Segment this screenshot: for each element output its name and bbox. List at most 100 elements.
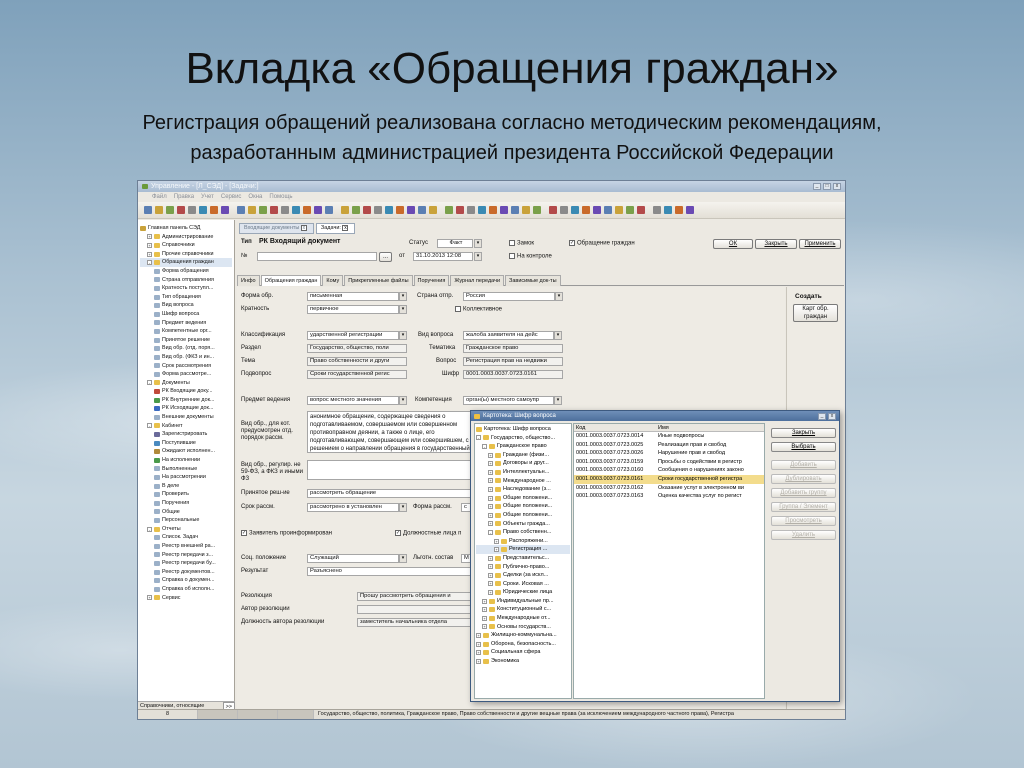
back-icon[interactable] bbox=[522, 206, 530, 214]
expand-icon[interactable]: + bbox=[488, 504, 493, 510]
dialog-tree-item[interactable]: + Представительс... bbox=[476, 554, 570, 563]
tree-item[interactable]: + Сервис bbox=[140, 594, 232, 603]
tree-item[interactable]: + Администрирование bbox=[140, 233, 232, 242]
table-row[interactable]: 0001.0003.0037.0723.0014 Иные подвопросы bbox=[574, 432, 764, 441]
edit-icon[interactable] bbox=[314, 206, 322, 214]
tree-item[interactable]: Справка об исполн... bbox=[140, 585, 232, 594]
table-row[interactable]: 0001.0003.0037.0723.0025 Реализация прав … bbox=[574, 441, 764, 450]
print-icon[interactable] bbox=[396, 206, 404, 214]
expand-icon[interactable]: + bbox=[488, 452, 493, 458]
edit-icon[interactable] bbox=[221, 206, 229, 214]
expand-icon[interactable]: - bbox=[147, 423, 152, 429]
save-icon[interactable] bbox=[385, 206, 393, 214]
menu-item[interactable]: Окна bbox=[248, 194, 262, 200]
expand-icon[interactable]: + bbox=[476, 633, 481, 639]
back-icon[interactable] bbox=[615, 206, 623, 214]
jurisdiction-dropdown[interactable]: ▾ bbox=[399, 396, 407, 405]
dialog-tree-item[interactable]: + Наследование (з... bbox=[476, 485, 570, 494]
zoom-icon[interactable] bbox=[467, 206, 475, 214]
minimize-button[interactable]: _ bbox=[813, 183, 821, 190]
tree-item[interactable]: Список. Задач bbox=[140, 533, 232, 542]
dialog-tree-item[interactable]: + Юридические лица bbox=[476, 588, 570, 597]
social-status-field[interactable]: Служащий bbox=[307, 554, 399, 563]
expand-icon[interactable]: + bbox=[147, 242, 152, 248]
expand-icon[interactable]: + bbox=[476, 658, 481, 664]
page-tab[interactable]: Журнал передачи bbox=[450, 275, 505, 286]
dialog-tree-item[interactable]: + Интеллектуальн... bbox=[476, 468, 570, 477]
refresh-icon[interactable] bbox=[626, 206, 634, 214]
dialog-tree-item[interactable]: + Сроки. Исковая ... bbox=[476, 580, 570, 589]
print-icon[interactable] bbox=[303, 206, 311, 214]
tree-item[interactable]: - Обращения граждан bbox=[140, 258, 232, 267]
tree-item[interactable]: Реестр внешней ра... bbox=[140, 542, 232, 551]
tree-item[interactable]: + Справочники bbox=[140, 241, 232, 250]
review-term-dropdown[interactable]: ▾ bbox=[399, 503, 407, 512]
back-icon[interactable] bbox=[155, 206, 163, 214]
save-icon[interactable] bbox=[571, 206, 579, 214]
home-icon[interactable] bbox=[144, 206, 152, 214]
dialog-tree-item[interactable]: + Экономика bbox=[476, 657, 570, 666]
expand-icon[interactable]: + bbox=[488, 572, 493, 578]
country-field[interactable]: Россия bbox=[463, 292, 555, 301]
dialog-tree-item[interactable]: - Гражданское право bbox=[476, 442, 570, 451]
table-row[interactable]: 0001.0003.0037.0723.0026 Нарушение прав и… bbox=[574, 449, 764, 458]
tree-item[interactable]: + Прочие справочники bbox=[140, 250, 232, 259]
dialog-tree-item[interactable]: + Социальная сфера bbox=[476, 648, 570, 657]
apply-button[interactable]: Применить bbox=[799, 239, 841, 249]
tree-item[interactable]: Вид обр. (ФКЗ и ин... bbox=[140, 353, 232, 362]
tree-item[interactable]: Справка о докумен... bbox=[140, 576, 232, 585]
dialog-tree-item[interactable]: - Право собственн... bbox=[476, 528, 570, 537]
expand-icon[interactable]: + bbox=[482, 624, 487, 630]
save-icon[interactable] bbox=[199, 206, 207, 214]
search-icon[interactable] bbox=[637, 206, 645, 214]
dialog-minimize-button[interactable]: _ bbox=[818, 412, 826, 420]
tree-item[interactable]: Внешние документы bbox=[140, 413, 232, 422]
tree-item[interactable]: Поручения bbox=[140, 499, 232, 508]
back-icon[interactable] bbox=[248, 206, 256, 214]
dialog-button-6[interactable]: Просмотреть bbox=[771, 516, 836, 526]
lock-checkbox[interactable]: Замок bbox=[509, 240, 534, 247]
table-row[interactable]: 0001.0003.0037.0723.0159 Просьбы о содейс… bbox=[574, 458, 764, 467]
expand-icon[interactable]: + bbox=[147, 595, 152, 601]
tree-item[interactable]: - Отчеты bbox=[140, 525, 232, 534]
print-icon[interactable] bbox=[489, 206, 497, 214]
tree-item[interactable]: Тип обращения bbox=[140, 293, 232, 302]
tree-item[interactable]: РК Входящие доку... bbox=[140, 387, 232, 396]
tree-item[interactable]: Персональные bbox=[140, 516, 232, 525]
expand-icon[interactable]: + bbox=[476, 650, 481, 656]
officials-checkbox[interactable]: ✓ Должностные лица п bbox=[395, 530, 461, 537]
search-icon[interactable] bbox=[363, 206, 371, 214]
dialog-tree-item[interactable]: + Международные от... bbox=[476, 614, 570, 623]
page-tab[interactable]: Прикрепленные файлы bbox=[344, 275, 413, 286]
question-kind-field[interactable]: жалоба заявителя на дейс bbox=[463, 331, 554, 340]
citizen-appeal-checkbox[interactable]: ✓ Обращение граждан bbox=[569, 240, 635, 247]
on-control-checkbox[interactable]: На контроле bbox=[509, 253, 552, 260]
edit-icon[interactable] bbox=[407, 206, 415, 214]
competence-field[interactable]: орган(ы) местного самоупр bbox=[463, 396, 554, 405]
print-icon[interactable] bbox=[675, 206, 683, 214]
ok-button[interactable]: ОК bbox=[713, 239, 753, 249]
expand-icon[interactable]: - bbox=[476, 435, 481, 441]
applicant-informed-checkbox[interactable]: ✓ Заявитель проинформирован bbox=[241, 530, 332, 537]
zoom-icon[interactable] bbox=[653, 206, 661, 214]
col-code[interactable]: Код bbox=[574, 424, 658, 431]
tree-item[interactable]: В деле bbox=[140, 482, 232, 491]
status-dropdown[interactable]: ▾ bbox=[474, 239, 482, 248]
maximize-button[interactable]: □ bbox=[823, 183, 831, 190]
decision-field[interactable]: рассмотреть обращение bbox=[307, 489, 477, 498]
expand-icon[interactable]: + bbox=[494, 547, 499, 553]
expand-icon[interactable]: + bbox=[488, 486, 493, 492]
menu-item[interactable]: Правка bbox=[174, 194, 194, 200]
page-tab[interactable]: Кому bbox=[322, 275, 344, 286]
refresh-icon[interactable] bbox=[352, 206, 360, 214]
tab-close-icon[interactable]: x bbox=[342, 224, 349, 231]
refresh-icon[interactable] bbox=[533, 206, 541, 214]
dialog-tree-item[interactable]: + Сделки (за искл... bbox=[476, 571, 570, 580]
back-icon[interactable] bbox=[341, 206, 349, 214]
tree-item[interactable]: Реестр передачи з... bbox=[140, 551, 232, 560]
citizen-card-button[interactable]: Карт обр. граждан bbox=[793, 304, 838, 322]
tree-item[interactable]: Предмет ведения bbox=[140, 319, 232, 328]
back-icon[interactable] bbox=[429, 206, 437, 214]
expand-icon[interactable]: - bbox=[147, 260, 152, 266]
tree-item[interactable]: - Кабинет bbox=[140, 422, 232, 431]
